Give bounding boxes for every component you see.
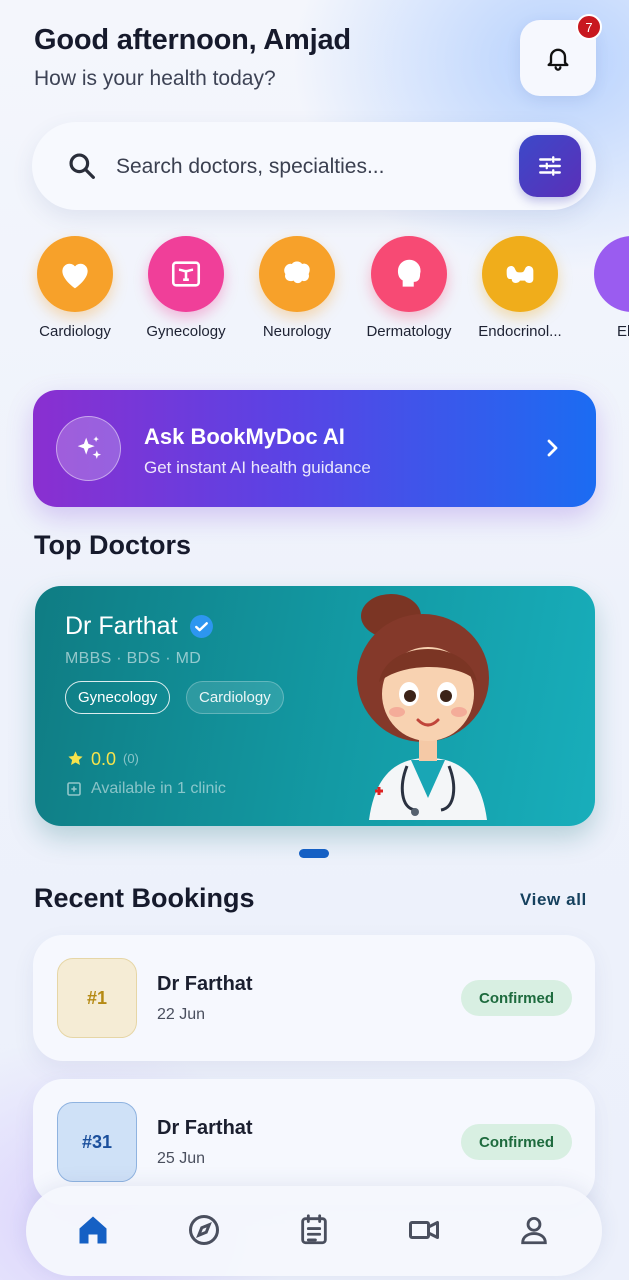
category-dermatology[interactable]: Dermatology <box>354 236 464 340</box>
category-label: El <box>617 323 629 340</box>
specialty-chip: Gynecology <box>65 681 171 714</box>
top-doctors-heading: Top Doctors <box>34 530 191 560</box>
search-input[interactable] <box>116 152 506 182</box>
nav-explore[interactable] <box>182 1208 226 1252</box>
clinic-icon <box>67 782 81 796</box>
doctor-degrees: MBBS · BDS · MD <box>65 650 202 667</box>
heart-icon <box>37 236 113 312</box>
user-icon <box>521 1216 547 1245</box>
category-label: Gynecology <box>146 323 226 340</box>
category-label: Cardiology <box>39 323 111 340</box>
compass-icon <box>189 1215 219 1245</box>
doctor-availability: Available in 1 clinic <box>91 780 226 797</box>
face-icon <box>371 236 447 312</box>
booking-number: #31 <box>57 1102 137 1182</box>
bell-icon <box>547 48 569 71</box>
booking-number: #1 <box>57 958 137 1038</box>
greeting-title: Good afternoon, Amjad <box>34 24 351 56</box>
uterus-icon <box>148 236 224 312</box>
specialty-chip: Cardiology <box>186 681 284 714</box>
star-icon <box>68 751 83 765</box>
sliders-icon <box>539 156 561 176</box>
ai-banner-title: Ask BookMyDoc AI <box>144 424 345 449</box>
home-icon <box>79 1216 107 1244</box>
ai-banner-subtitle: Get instant AI health guidance <box>144 458 371 477</box>
sparkle-icon <box>56 416 121 481</box>
status-badge: Confirmed <box>461 980 572 1016</box>
booking-date: 22 Jun <box>157 1006 206 1023</box>
category-more[interactable]: El <box>577 236 629 340</box>
recent-bookings-heading: Recent Bookings <box>34 883 255 913</box>
nav-appointments[interactable] <box>292 1208 336 1252</box>
filter-button[interactable] <box>519 135 581 197</box>
greeting-subtitle: How is your health today? <box>34 67 276 90</box>
category-endocrinology[interactable]: Endocrinol... <box>465 236 575 340</box>
booking-doctor: Dr Farthat <box>157 1117 253 1139</box>
calendar-list-icon <box>301 1214 327 1245</box>
gland-icon <box>482 236 558 312</box>
nav-home[interactable] <box>71 1208 115 1252</box>
view-all-link[interactable]: View all <box>520 890 587 910</box>
notification-badge: 7 <box>576 14 602 40</box>
verified-icon <box>190 615 213 638</box>
brain-icon <box>259 236 335 312</box>
doctor-illustration <box>357 594 489 820</box>
booking-date: 25 Jun <box>157 1150 206 1167</box>
search-icon <box>69 153 95 179</box>
category-cardiology[interactable]: Cardiology <box>20 236 130 340</box>
category-label: Dermatology <box>366 323 452 340</box>
category-neurology[interactable]: Neurology <box>242 236 352 340</box>
status-badge: Confirmed <box>461 1124 572 1160</box>
category-label: Endocrinol... <box>478 323 562 340</box>
nav-video[interactable] <box>402 1208 446 1252</box>
chevron-right-icon <box>547 439 558 457</box>
nav-profile[interactable] <box>512 1208 556 1252</box>
doctor-name: Dr Farthat <box>65 612 178 640</box>
category-label: Neurology <box>262 323 332 340</box>
video-icon <box>409 1221 439 1239</box>
category-icon <box>594 236 629 312</box>
doctor-review-count: (0) <box>123 751 139 766</box>
doctor-rating: 0.0 <box>91 749 117 769</box>
category-gynecology[interactable]: Gynecology <box>131 236 241 340</box>
carousel-indicator[interactable] <box>299 849 329 858</box>
booking-doctor: Dr Farthat <box>157 973 253 995</box>
